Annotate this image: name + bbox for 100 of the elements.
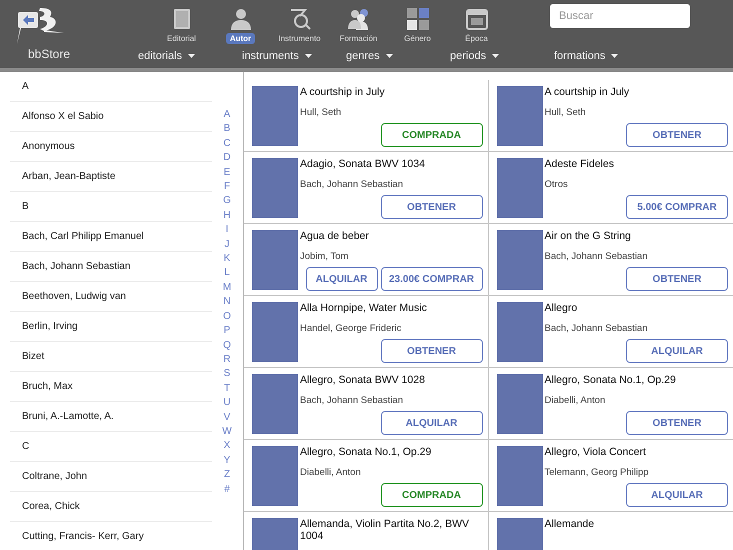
composer-name: Telemann, Georg Philipp (544, 467, 650, 478)
index-letter[interactable]: P (224, 324, 230, 338)
score-cover (496, 86, 542, 146)
index-letter[interactable]: Y (224, 454, 230, 468)
index-letter[interactable]: R (223, 352, 231, 368)
author-item[interactable]: Cutting, Francis- Kerr, Gary (10, 522, 212, 550)
action-button[interactable]: ALQUILAR (380, 411, 482, 435)
nav-tab[interactable]: Formación (336, 33, 382, 44)
author-item[interactable]: Bizet (10, 342, 212, 372)
composer-name: Bach, Johann Sebastian (300, 395, 404, 406)
index-letter[interactable]: O (223, 310, 231, 324)
index-letter[interactable]: Z (224, 468, 230, 483)
nav-tab[interactable]: Editorial (163, 33, 200, 44)
author-item[interactable]: Berlin, Irving (10, 312, 212, 342)
author-item[interactable]: Beethoven, Ludwig van (10, 282, 212, 312)
index-letter[interactable]: D (223, 151, 231, 166)
nav-tab[interactable]: Instrumento (274, 33, 325, 44)
index-letter[interactable]: T (224, 382, 230, 396)
index-letter[interactable]: H (223, 208, 231, 224)
filter-dropdown[interactable]: editorials (138, 50, 242, 62)
score-title: Allemanda, Violin Partita No.2, BWV 1004 (300, 518, 470, 542)
score-title: Agua de beber (300, 230, 370, 242)
author-item[interactable]: Bruch, Max (10, 372, 212, 402)
author-item[interactable]: Bach, Carl Philipp Emanuel (10, 222, 212, 252)
nav-tab[interactable]: Género (400, 33, 435, 44)
index-letter[interactable]: M (222, 280, 232, 296)
logo-text: bbStore (28, 47, 70, 61)
index-letter[interactable]: J (224, 238, 230, 252)
caret-icon (611, 54, 618, 58)
index-letter[interactable]: Q (223, 338, 231, 353)
action-button[interactable]: ALQUILAR (306, 267, 378, 291)
author-item[interactable]: A (10, 72, 212, 102)
composer-name: Bach, Johann Sebastian (544, 323, 648, 334)
purchased-button[interactable]: COMPRADA (380, 483, 482, 507)
action-button[interactable]: ALQUILAR (626, 483, 728, 507)
score-cover (252, 158, 298, 218)
calendar-icon (464, 7, 488, 31)
index-letter[interactable]: X (224, 439, 230, 454)
author-item[interactable]: B (10, 192, 212, 222)
nav-tab[interactable]: Autor (226, 33, 256, 44)
index-letter[interactable]: B (224, 122, 230, 137)
index-letter[interactable]: W (222, 424, 232, 440)
score-title: Alla Hornpipe, Water Music (300, 302, 428, 314)
composer-name: Bach, Johann Sebastian (300, 179, 404, 190)
composer-name: Bach, Johann Sebastian (544, 251, 648, 262)
action-button[interactable]: OBTENER (626, 267, 728, 291)
squares-icon (406, 7, 430, 31)
index-letter[interactable]: E (224, 166, 230, 180)
index-letter[interactable]: F (224, 180, 230, 194)
score-title: A courtship in July (544, 86, 630, 98)
index-letter[interactable]: L (224, 266, 230, 281)
index-letter[interactable]: C (223, 136, 231, 152)
action-button[interactable]: 23.00€ COMPRAR (380, 267, 482, 291)
author-item[interactable]: Corea, Chick (10, 492, 212, 522)
composer-name: Hull, Seth (300, 107, 342, 118)
score-cover (252, 446, 298, 506)
index-letter[interactable]: # (224, 482, 230, 497)
score-title: Air on the G String (544, 230, 632, 242)
index-letter[interactable]: G (223, 194, 231, 209)
index-letter[interactable]: S (224, 367, 230, 382)
score-title: Allegro, Viola Concert (544, 446, 647, 458)
search-field[interactable]: Buscar (550, 4, 690, 28)
index-letter[interactable]: A (224, 108, 230, 122)
author-item[interactable]: C (10, 432, 212, 462)
index-letter[interactable]: U (223, 396, 231, 411)
action-button[interactable]: OBTENER (380, 339, 482, 363)
index-letter[interactable]: K (224, 252, 230, 266)
filter-dropdown[interactable]: genres (346, 50, 450, 62)
filter-dropdown[interactable]: formations (554, 50, 658, 62)
filter-dropdown[interactable]: instruments (242, 50, 346, 62)
score-cover (496, 446, 542, 506)
author-item[interactable]: Anonymous (10, 132, 212, 162)
action-button[interactable]: OBTENER (626, 411, 728, 435)
author-item[interactable]: Bach, Johann Sebastian (10, 252, 212, 282)
filter-dropdown[interactable]: periods (450, 50, 554, 62)
action-button[interactable]: ALQUILAR (626, 339, 728, 363)
action-button[interactable]: 5.00€ COMPRAR (626, 195, 728, 219)
index-letter[interactable]: N (223, 295, 231, 310)
score-cover (496, 230, 542, 290)
score-cover (252, 86, 298, 146)
score-title: Allegro (544, 302, 578, 314)
caret-icon (386, 54, 393, 58)
index-letter[interactable]: I (226, 223, 228, 238)
action-button[interactable]: OBTENER (626, 123, 728, 147)
score-cover (496, 158, 542, 218)
action-button[interactable]: OBTENER (380, 195, 482, 219)
caret-icon (304, 54, 312, 58)
composer-name: Hull, Seth (544, 107, 587, 118)
author-item[interactable]: Alfonso X el Sabio (10, 102, 212, 132)
composer-name: Handel, George Frideric (300, 323, 402, 334)
score-title: Allegro, Sonata No.1, Op.29 (300, 446, 432, 458)
composer-name: Otros (544, 179, 569, 190)
author-item[interactable]: Bruni, A.-Lamotte, A. (10, 402, 212, 432)
composer-name: Diabelli, Anton (300, 467, 362, 478)
author-item[interactable]: Arban, Jean-Baptiste (10, 162, 212, 192)
index-letter[interactable]: V (224, 410, 230, 425)
nav-tab[interactable]: Época (461, 33, 492, 44)
score-title: Allemande (544, 518, 596, 530)
author-item[interactable]: Coltrane, John (10, 462, 212, 492)
purchased-button[interactable]: COMPRADA (380, 123, 482, 147)
